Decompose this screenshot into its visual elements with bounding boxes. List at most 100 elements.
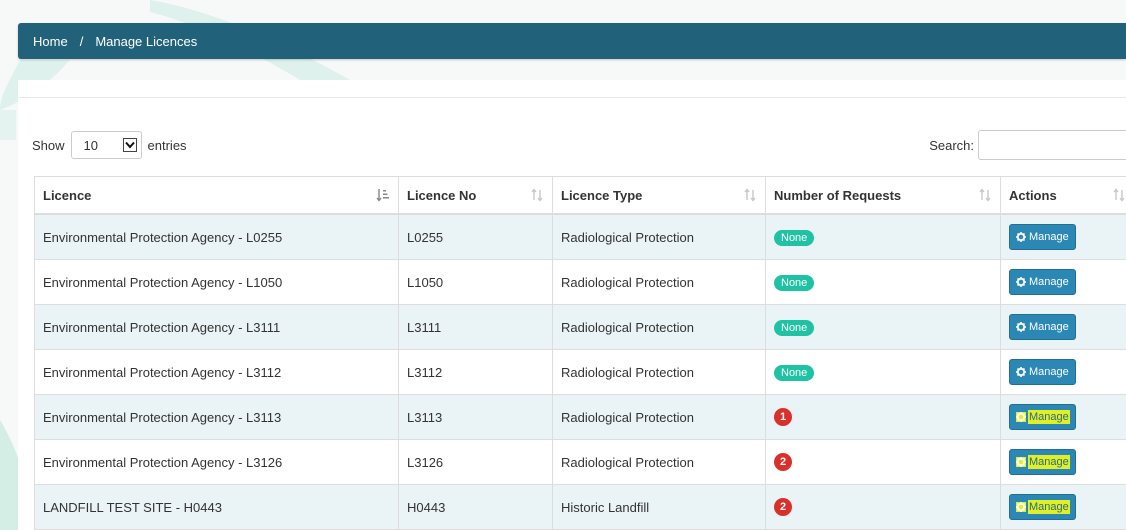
column-header-number-of-requests[interactable]: Number of Requests xyxy=(765,176,1001,215)
manage-button[interactable]: Manage xyxy=(1009,359,1076,385)
licence-name: Environmental Protection Agency - L0255 xyxy=(43,229,283,245)
cell-actions: Manage xyxy=(1000,484,1126,530)
breadcrumb-current: Manage Licences xyxy=(95,33,198,49)
entries-per-page-select[interactable]: 10 xyxy=(70,131,142,159)
cell-licence-no: H0443 xyxy=(398,484,553,530)
gear-icon xyxy=(1016,322,1026,332)
cell-actions: Manage xyxy=(1000,304,1126,350)
manage-button-label: Manage xyxy=(1029,366,1069,378)
licence-type: Historic Landfill xyxy=(561,499,650,515)
requests-count-badge: 2 xyxy=(774,453,792,471)
cell-licence: LANDFILL TEST SITE - H0443 xyxy=(34,484,399,530)
gear-icon xyxy=(1016,232,1026,242)
cell-licence-no: L1050 xyxy=(398,259,553,305)
cell-number-of-requests: 1 xyxy=(765,394,1001,440)
sort-both-icon xyxy=(744,188,756,202)
column-header-licence[interactable]: Licence xyxy=(34,176,399,215)
table-row: Environmental Protection Agency - L3126 L… xyxy=(34,439,1126,485)
cell-licence-no: L3112 xyxy=(398,349,553,395)
cell-licence: Environmental Protection Agency - L3126 xyxy=(34,439,399,485)
gear-icon xyxy=(1016,457,1026,467)
table-row: LANDFILL TEST SITE - H0443 H0443 Historic … xyxy=(34,484,1126,530)
licence-number: L3111 xyxy=(407,319,442,335)
cell-licence-no: L3113 xyxy=(398,394,553,440)
table-row: Environmental Protection Agency - L0255 L… xyxy=(34,213,1126,260)
breadcrumb-separator: / xyxy=(79,33,84,49)
panel-divider xyxy=(18,97,1126,98)
manage-button-label: Manage xyxy=(1029,501,1069,513)
breadcrumb: Home / Manage Licences xyxy=(18,23,1126,59)
licences-table-body: Environmental Protection Agency - L0255 L… xyxy=(34,213,1126,530)
cell-actions: Manage xyxy=(1000,259,1126,305)
sort-both-icon xyxy=(979,188,991,202)
cell-number-of-requests: None xyxy=(765,349,1001,395)
sort-both-icon xyxy=(1113,188,1125,202)
cell-number-of-requests: 2 xyxy=(765,484,1001,530)
requests-none-badge: None xyxy=(774,364,815,381)
entries-show-label: Show xyxy=(32,137,65,153)
entries-length-control: Show 10 entries xyxy=(32,130,187,160)
column-header-actions[interactable]: Actions xyxy=(1000,176,1126,215)
cell-licence-no: L3111 xyxy=(398,304,553,350)
cell-licence-type: Radiological Protection xyxy=(552,259,766,305)
gear-icon xyxy=(1016,412,1026,422)
cell-number-of-requests: None xyxy=(765,213,1001,260)
licence-number: H0443 xyxy=(407,499,446,515)
search-label: Search: xyxy=(929,137,974,153)
manage-button[interactable]: Manage xyxy=(1009,269,1076,295)
cell-licence: Environmental Protection Agency - L3112 xyxy=(34,349,399,395)
requests-none-badge: None xyxy=(774,229,815,246)
cell-licence-type: Radiological Protection xyxy=(552,349,766,395)
cell-licence: Environmental Protection Agency - L3113 xyxy=(34,394,399,440)
cell-licence-type: Radiological Protection xyxy=(552,439,766,485)
licence-number: L3112 xyxy=(407,364,443,380)
requests-none-badge: None xyxy=(774,274,815,291)
manage-button-label: Manage xyxy=(1029,321,1069,333)
manage-button[interactable]: Manage xyxy=(1009,224,1076,250)
search-input[interactable] xyxy=(978,130,1126,160)
cell-actions: Manage xyxy=(1000,349,1126,395)
search-control: Search: xyxy=(929,130,1126,160)
licence-name: LANDFILL TEST SITE - H0443 xyxy=(43,499,222,515)
cell-licence-type: Radiological Protection xyxy=(552,213,766,260)
column-header-licence-no[interactable]: Licence No xyxy=(398,176,553,215)
cell-licence-type: Radiological Protection xyxy=(552,394,766,440)
cell-actions: Manage xyxy=(1000,439,1126,485)
gear-icon xyxy=(1016,277,1026,287)
gear-icon xyxy=(1016,367,1026,377)
requests-count-badge: 2 xyxy=(774,498,792,516)
manage-button[interactable]: Manage xyxy=(1009,314,1076,340)
column-header-licence-type[interactable]: Licence Type xyxy=(552,176,766,215)
cell-number-of-requests: 2 xyxy=(765,439,1001,485)
table-row: Environmental Protection Agency - L3111 L… xyxy=(34,304,1126,350)
page: Home / Manage Licences Show 10 entries S… xyxy=(0,0,1126,530)
manage-button-label: Manage xyxy=(1029,456,1069,468)
cell-licence-type: Historic Landfill xyxy=(552,484,766,530)
licence-number: L1050 xyxy=(407,274,444,290)
licence-type: Radiological Protection xyxy=(561,274,694,290)
manage-button[interactable]: Manage xyxy=(1009,404,1076,430)
gear-icon xyxy=(1016,502,1026,512)
entries-per-page-value: 10 xyxy=(83,137,98,153)
licences-table: Licence Licence No Licence Type Number o… xyxy=(34,176,1126,530)
licence-name: Environmental Protection Agency - L3111 xyxy=(43,319,281,335)
cell-number-of-requests: None xyxy=(765,304,1001,350)
chevron-down-icon[interactable] xyxy=(122,138,137,152)
manage-button-label: Manage xyxy=(1029,411,1069,423)
cell-licence: Environmental Protection Agency - L0255 xyxy=(34,213,399,260)
cell-actions: Manage xyxy=(1000,213,1126,260)
cell-licence-type: Radiological Protection xyxy=(552,304,766,350)
licence-number: L3126 xyxy=(407,454,444,470)
table-row: Environmental Protection Agency - L1050 L… xyxy=(34,259,1126,305)
licence-type: Radiological Protection xyxy=(561,229,694,245)
licence-number: L0255 xyxy=(407,229,444,245)
sort-both-icon xyxy=(531,188,543,202)
licence-name: Environmental Protection Agency - L3113 xyxy=(43,409,282,425)
manage-button[interactable]: Manage xyxy=(1009,449,1076,475)
table-row: Environmental Protection Agency - L3112 L… xyxy=(34,349,1126,395)
licence-type: Radiological Protection xyxy=(561,409,694,425)
licence-number: L3113 xyxy=(407,409,443,425)
requests-count-badge: 1 xyxy=(774,408,792,426)
breadcrumb-home-link[interactable]: Home xyxy=(33,34,68,49)
manage-button[interactable]: Manage xyxy=(1009,494,1076,520)
